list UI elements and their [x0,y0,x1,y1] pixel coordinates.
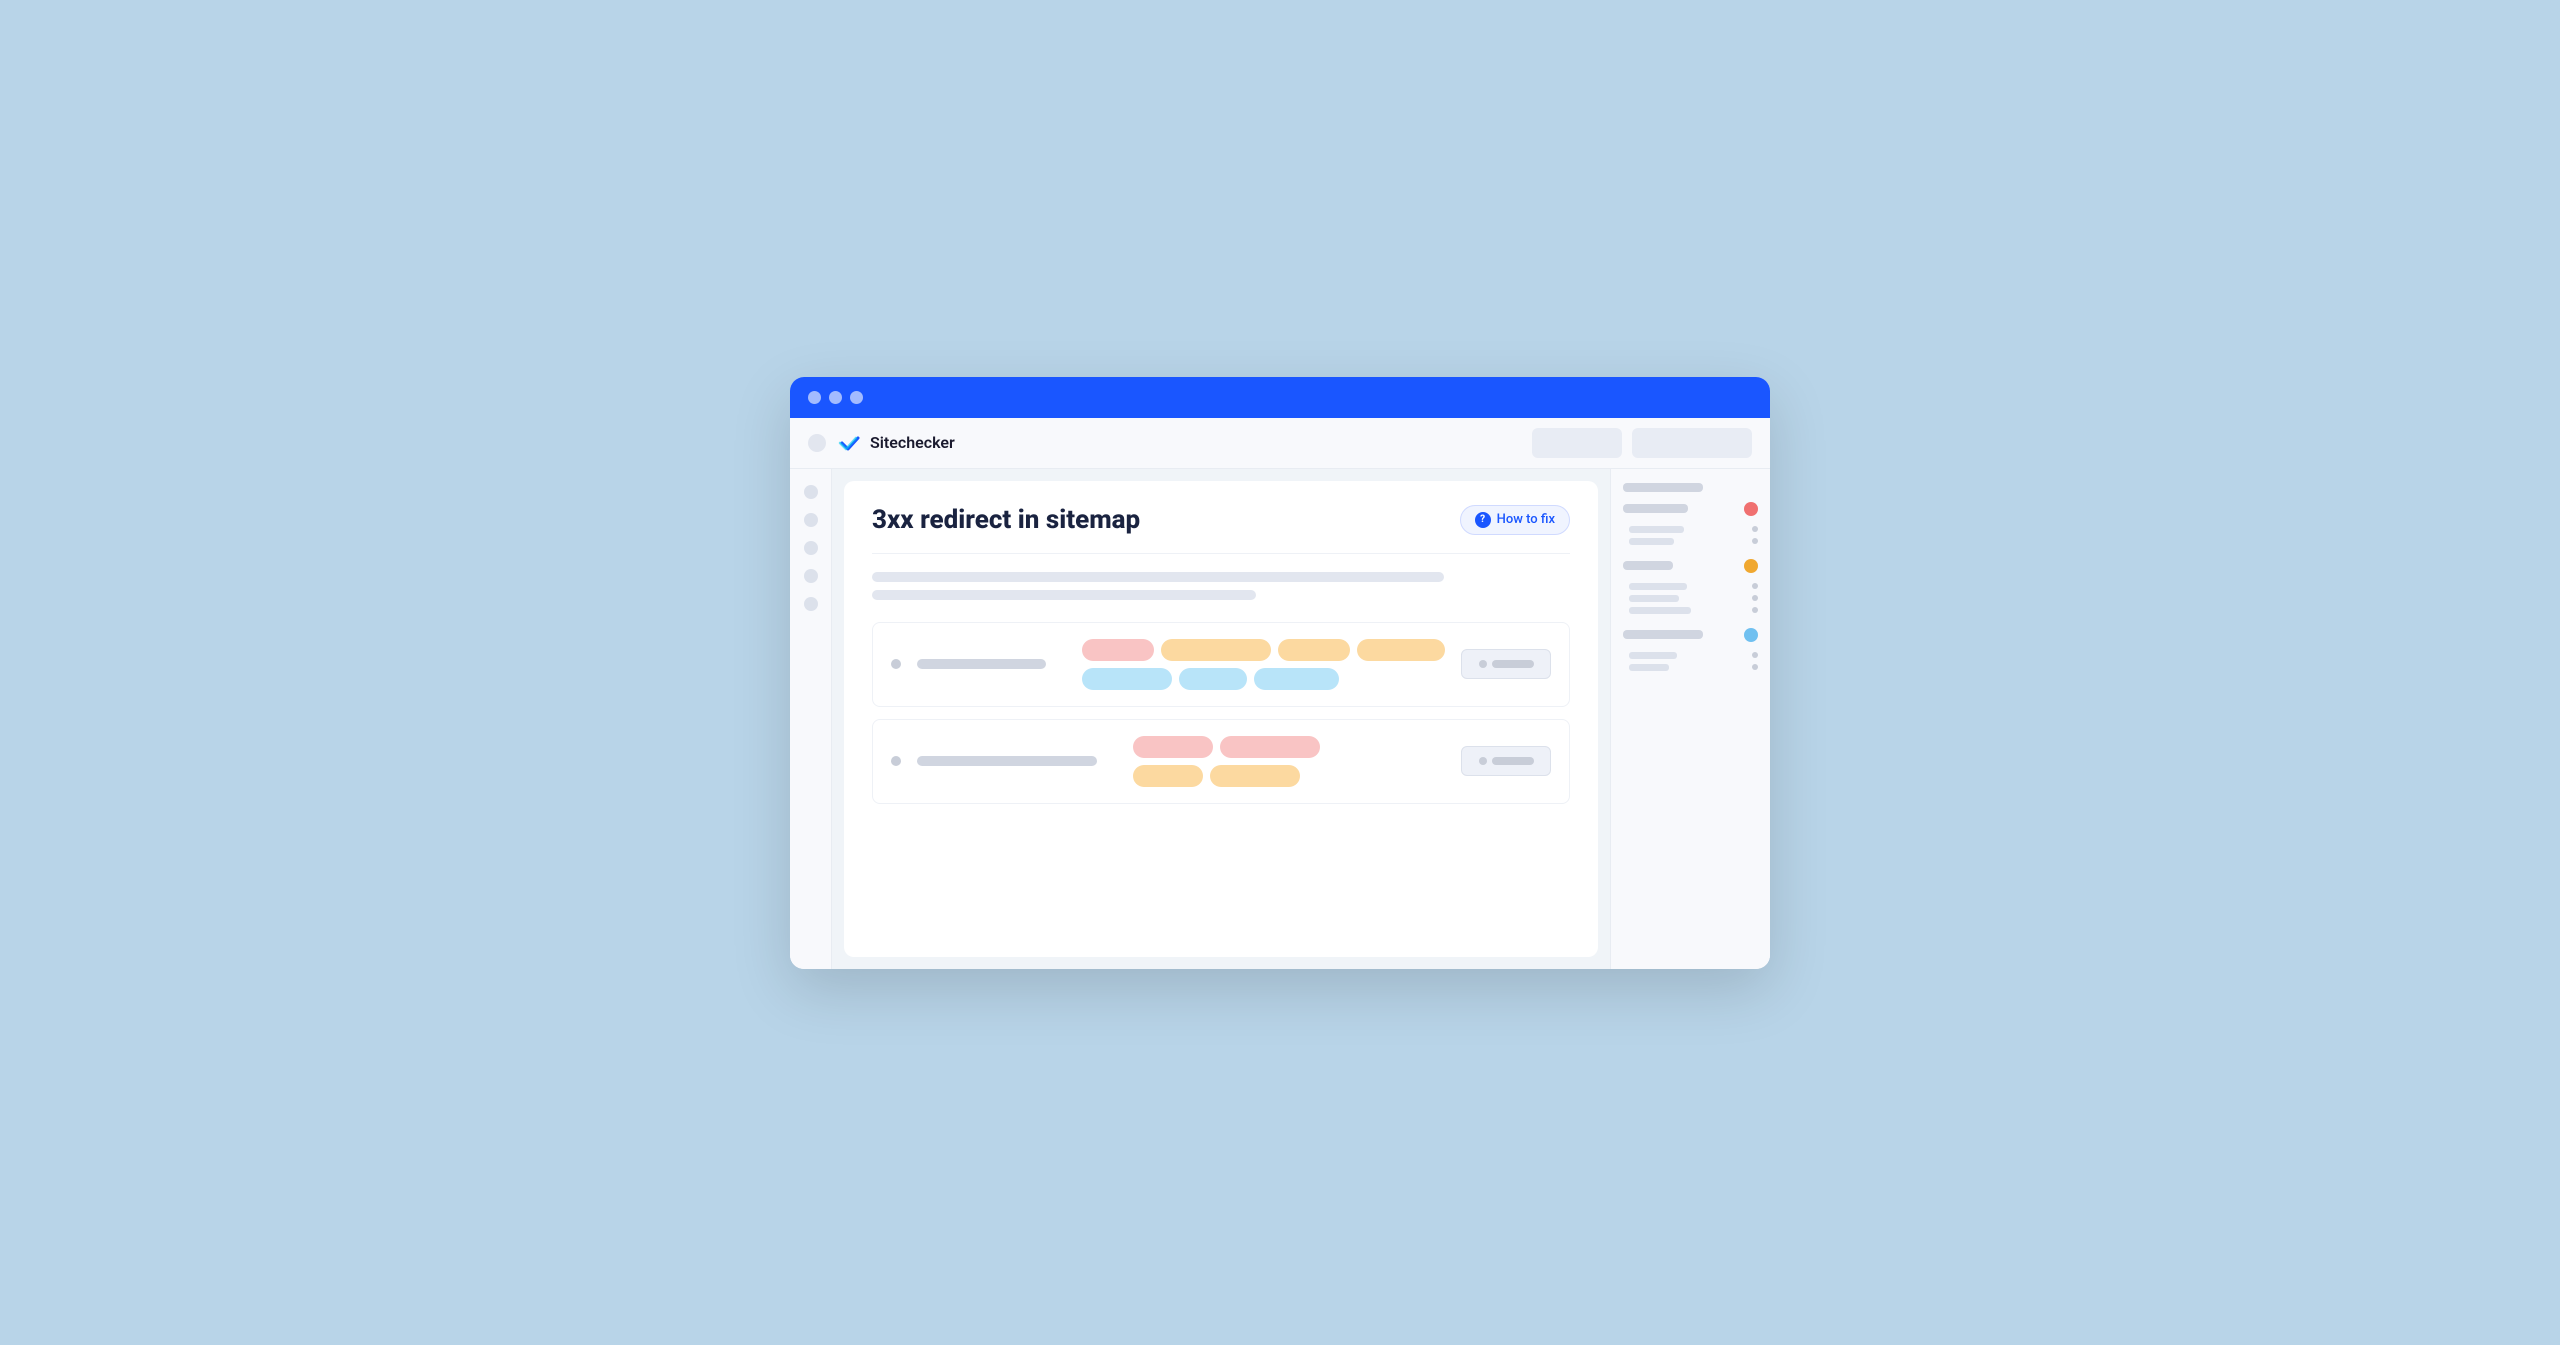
tag-blue-medium [1254,668,1339,690]
logo-area: Sitechecker [838,431,1520,455]
rp-sub-bar-7 [1629,664,1669,671]
action-btn-dot-2 [1479,757,1487,765]
tags-row-1a [1082,639,1445,661]
tag-pink-medium [1133,736,1213,758]
logo-text: Sitechecker [870,433,955,452]
header-button-1[interactable] [1532,428,1622,458]
rp-indicator-red [1744,502,1758,516]
sitechecker-logo-icon [838,431,862,455]
tag-orange-small [1278,639,1350,661]
title-bar [790,377,1770,418]
rp-small-dot-5 [1752,607,1758,613]
rp-indicator-orange [1744,559,1758,573]
tags-area-1 [1082,639,1445,690]
tag-orange2-medium [1210,765,1300,787]
tag-orange2-small [1133,765,1203,787]
table-row-2 [872,719,1570,804]
rp-sub-group-3 [1629,652,1758,671]
desc-line-1 [872,572,1444,582]
how-to-fix-button[interactable]: ? How to fix [1460,505,1570,535]
tag-blue-small [1179,668,1247,690]
address-bar: Sitechecker [790,418,1770,469]
rp-small-dot-7 [1752,664,1758,670]
how-to-fix-label: How to fix [1497,512,1555,527]
rp-small-dot-3 [1752,583,1758,589]
header-button-2[interactable] [1632,428,1752,458]
desc-line-2 [872,590,1256,600]
content-area: 3xx redirect in sitemap ? How to fix [790,469,1770,969]
action-btn-bar [1492,660,1534,668]
sidebar-item-1[interactable] [804,485,818,499]
nav-back-button[interactable] [808,434,826,452]
browser-window: Sitechecker 3xx redirect in sitemap ? [790,377,1770,969]
rp-item-1 [1623,483,1758,492]
tag-orange-large [1161,639,1271,661]
window-dot-3[interactable] [850,391,863,404]
rp-sub-bar-6 [1629,652,1677,659]
tags-row-1b [1082,668,1445,690]
row-url-bar-1 [917,659,1046,669]
sidebar-item-2[interactable] [804,513,818,527]
rp-sub-bar-4 [1629,595,1679,602]
rp-small-dot-1 [1752,526,1758,532]
action-btn-dot [1479,660,1487,668]
action-btn-bar-2 [1492,757,1534,765]
question-icon: ? [1475,512,1491,528]
rp-small-dot-4 [1752,595,1758,601]
window-dot-1[interactable] [808,391,821,404]
rp-indicator-blue [1744,628,1758,642]
rp-bar-2 [1623,504,1688,513]
window-dot-2[interactable] [829,391,842,404]
description-lines [872,572,1570,600]
tag-pink-small [1082,639,1154,661]
issue-title: 3xx redirect in sitemap [872,505,1140,535]
sidebar [790,469,832,969]
rp-sub-bar-3 [1629,583,1687,590]
rp-item-2 [1623,502,1758,516]
row-action-button-2[interactable] [1461,746,1551,776]
tag-pink-large [1220,736,1320,758]
sidebar-item-3[interactable] [804,541,818,555]
tags-row-2a [1133,736,1445,758]
rp-item-4 [1623,628,1758,642]
rp-small-dot-6 [1752,652,1758,658]
rp-bar-4 [1623,630,1703,639]
header-buttons [1532,428,1752,458]
issue-header: 3xx redirect in sitemap ? How to fix [872,505,1570,554]
right-panel [1610,469,1770,969]
rp-sub-bar-1 [1629,526,1684,533]
tags-area-2 [1133,736,1445,787]
tag-orange-medium [1357,639,1445,661]
rp-bar-1 [1623,483,1703,492]
rp-sub-bar-2 [1629,538,1674,545]
rp-item-3 [1623,559,1758,573]
rp-sub-group-2 [1629,583,1758,614]
row-action-button-1[interactable] [1461,649,1551,679]
tag-teal-small [1082,668,1172,690]
rp-bar-3 [1623,561,1673,570]
tags-row-2b [1133,765,1445,787]
sidebar-item-5[interactable] [804,597,818,611]
table-row [872,622,1570,707]
row-dot-1 [891,659,901,669]
rp-sub-group-1 [1629,526,1758,545]
row-url-bar-2 [917,756,1097,766]
row-dot-2 [891,756,901,766]
main-panel: 3xx redirect in sitemap ? How to fix [844,481,1598,957]
sidebar-item-4[interactable] [804,569,818,583]
rp-sub-bar-5 [1629,607,1691,614]
rp-small-dot-2 [1752,538,1758,544]
